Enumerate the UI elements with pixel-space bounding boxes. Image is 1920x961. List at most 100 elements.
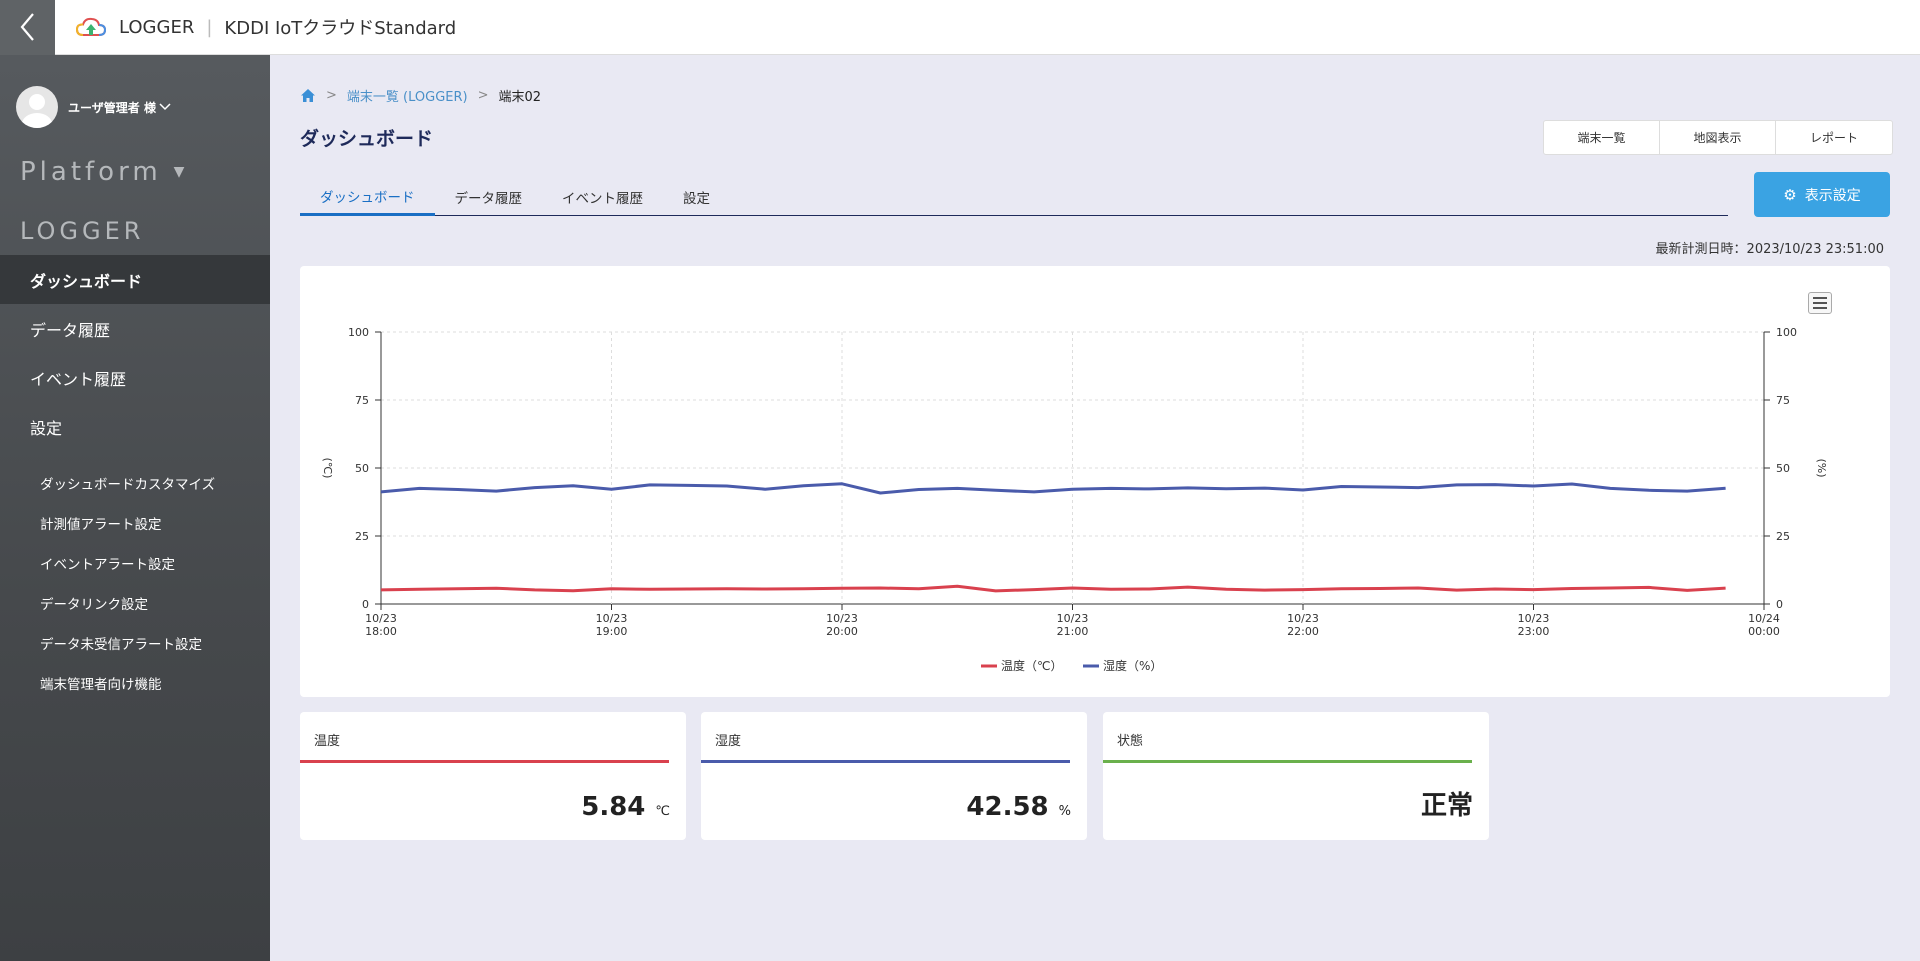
sidebar-item-data-history[interactable]: データ履歴 (0, 304, 270, 353)
y-tick-label-right: 75 (1776, 394, 1790, 407)
map-view-button[interactable]: 地図表示 (1660, 121, 1776, 154)
service-name: KDDI IoTクラウドStandard (224, 18, 457, 39)
metric-accent-line (701, 760, 1070, 763)
metric-accent-line (300, 760, 669, 763)
sidebar-subnav: ダッシュボードカスタマイズ 計測値アラート設定 イベントアラート設定 データリン… (0, 463, 270, 703)
user-name: ユーザ管理者 様 (68, 100, 156, 115)
x-tick-label-time: 00:00 (1748, 625, 1780, 638)
sidebar-item-event-history[interactable]: イベント履歴 (0, 353, 270, 402)
breadcrumb-device-list[interactable]: 端末一覧 (LOGGER) (347, 86, 468, 105)
sidebar-item-admin-functions[interactable]: 端末管理者向け機能 (0, 663, 270, 703)
metric-value: 42.58 % (966, 792, 1071, 822)
metric-card-status: 状態 正常 (1103, 712, 1489, 840)
x-tick-label-date: 10/23 (1057, 612, 1089, 625)
breadcrumb-current: 端末02 (498, 90, 542, 105)
x-tick-label-time: 20:00 (826, 625, 858, 638)
sidebar-item-settings[interactable]: 設定 (0, 402, 270, 451)
sidebar-item-no-data-alert[interactable]: データ未受信アラート設定 (0, 623, 270, 663)
metric-card-temperature: 温度 5.84 ℃ (300, 712, 686, 840)
y-tick-label-right: 25 (1776, 530, 1790, 543)
x-tick-label-time: 19:00 (596, 625, 628, 638)
metric-number: 5.84 (581, 792, 646, 822)
brand: LOGGER | KDDI IoTクラウドStandard (75, 14, 456, 40)
display-settings-button[interactable]: ⚙ 表示設定 (1754, 172, 1890, 217)
metric-title: 状態 (1117, 734, 1144, 749)
x-tick-label-time: 21:00 (1057, 625, 1089, 638)
user-menu[interactable]: ユーザ管理者 様 (68, 99, 171, 116)
device-list-button[interactable]: 端末一覧 (1544, 121, 1660, 154)
avatar[interactable] (16, 86, 58, 128)
y-tick-label: 100 (348, 326, 369, 339)
breadcrumb: > 端末一覧 (LOGGER) > 端末02 (300, 86, 541, 105)
breadcrumb-chevron-icon: > (326, 88, 337, 103)
x-tick-label-date: 10/23 (596, 612, 628, 625)
y-axis-label-right: (%) (1815, 458, 1828, 477)
metric-number: 正常 (1420, 791, 1473, 821)
back-button[interactable] (0, 0, 55, 55)
platform-label: Platform (20, 157, 162, 187)
platform-selector[interactable]: Platform ▼ (20, 157, 270, 187)
x-tick-label-time: 18:00 (365, 625, 397, 638)
metric-title: 湿度 (715, 734, 742, 749)
tab-bar: ダッシュボード データ履歴 イベント履歴 設定 (300, 178, 1728, 216)
user-section: ユーザ管理者 様 (0, 55, 270, 131)
x-tick-label-time: 22:00 (1287, 625, 1319, 638)
tab-event-history[interactable]: イベント履歴 (542, 178, 663, 216)
sidebar-item-event-alert[interactable]: イベントアラート設定 (0, 543, 270, 583)
caret-down-icon: ▼ (173, 164, 189, 180)
brand-separator: | (206, 16, 213, 38)
display-settings-label: 表示設定 (1804, 187, 1861, 204)
chevron-down-icon (159, 103, 171, 111)
metric-value: 5.84 ℃ (581, 792, 670, 822)
y-tick-label-right: 100 (1776, 326, 1797, 339)
breadcrumb-chevron-icon: > (477, 88, 489, 103)
sidebar: ユーザ管理者 様 Platform ▼ LOGGER ダッシュボード データ履歴… (0, 55, 270, 961)
x-tick-label-date: 10/23 (365, 612, 397, 625)
tab-settings[interactable]: 設定 (663, 178, 730, 216)
top-bar: LOGGER | KDDI IoTクラウドStandard (0, 0, 1920, 55)
view-button-group: 端末一覧 地図表示 レポート (1543, 120, 1893, 155)
x-tick-label-date: 10/23 (826, 612, 858, 625)
gear-icon: ⚙ (1783, 185, 1797, 204)
home-icon[interactable] (300, 88, 316, 103)
y-tick-label-right: 50 (1776, 462, 1790, 475)
y-tick-label: 75 (355, 394, 369, 407)
series-line-1 (380, 482, 1726, 495)
legend-label-0: 温度（℃） (1001, 658, 1062, 673)
last-measured-time: 最新計測日時：2023/10/23 23:51:00 (1655, 242, 1884, 257)
report-button[interactable]: レポート (1776, 121, 1892, 154)
y-tick-label-right: 0 (1776, 598, 1783, 611)
user-icon (22, 94, 52, 128)
sidebar-item-measurement-alert[interactable]: 計測値アラート設定 (0, 503, 270, 543)
x-tick-label-date: 10/24 (1748, 612, 1780, 625)
tab-data-history[interactable]: データ履歴 (435, 178, 543, 216)
metric-number: 42.58 (966, 792, 1049, 822)
app-name: LOGGER (119, 16, 195, 38)
line-chart: 0 025 2550 5075 75100 10010/2318:0010/2319:00… (321, 326, 1828, 673)
sidebar-item-data-link[interactable]: データリンク設定 (0, 583, 270, 623)
chevron-left-icon (20, 13, 34, 41)
cloud-logo-icon (75, 17, 107, 36)
tab-dashboard[interactable]: ダッシュボード (300, 178, 435, 216)
series-line-0 (380, 584, 1726, 593)
y-tick-label: 25 (355, 530, 369, 543)
y-tick-label: 0 (362, 598, 369, 611)
page-title: ダッシュボード (300, 128, 434, 150)
metric-unit: ℃ (655, 804, 670, 819)
metric-unit: % (1058, 804, 1071, 819)
x-tick-label-date: 10/23 (1518, 612, 1550, 625)
y-axis-label-left: (℃) (321, 458, 334, 479)
metric-accent-line (1103, 760, 1472, 763)
sidebar-item-dashboard-customize[interactable]: ダッシュボードカスタマイズ (0, 463, 270, 503)
metric-value: 正常 (1421, 785, 1473, 822)
y-tick-label: 50 (355, 462, 369, 475)
x-tick-label-date: 10/23 (1287, 612, 1319, 625)
sidebar-section-title: LOGGER (20, 217, 145, 245)
metric-card-humidity: 湿度 42.58 % (701, 712, 1087, 840)
chart-card: 0 0 25 25 50 50 75 75 100 100 10/23 18:00 10/23 19:00… (300, 266, 1890, 697)
legend-label-1: 湿度（%） (1103, 658, 1162, 673)
sidebar-nav: ダッシュボード データ履歴 イベント履歴 設定 (0, 255, 270, 451)
x-tick-label-time: 23:00 (1518, 625, 1550, 638)
metric-title: 温度 (314, 734, 341, 749)
sidebar-item-dashboard[interactable]: ダッシュボード (0, 255, 270, 304)
